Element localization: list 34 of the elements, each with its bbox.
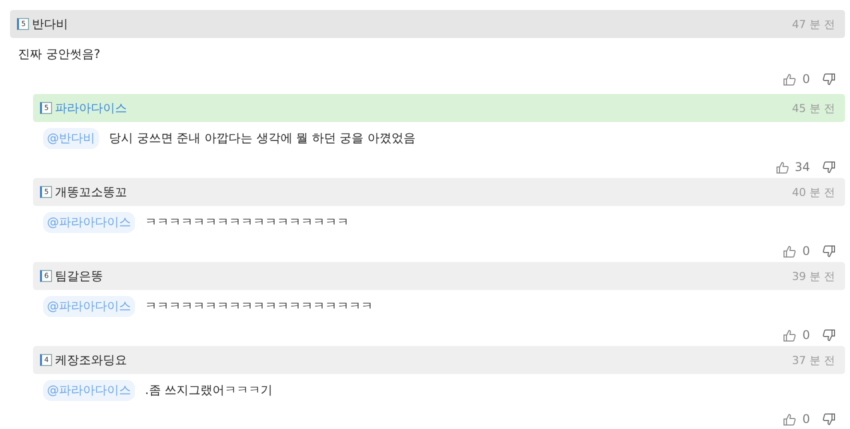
thumbs-up-icon[interactable] [783,328,796,342]
like-count: 0 [802,72,810,86]
comment-time: 47 분 전 [792,16,835,32]
thumbs-down-icon[interactable] [822,328,835,342]
reply-text: ㅋㅋㅋㅋㅋㅋㅋㅋㅋㅋㅋㅋㅋㅋㅋㅋㅋ [145,214,349,231]
thumbs-down-icon[interactable] [822,160,835,174]
mention-tag[interactable]: @파라아다이스 [43,212,135,233]
thumbs-down-icon[interactable] [822,244,835,258]
reply-text: 당시 궁쓰면 준내 아깝다는 생각에 뭘 하던 궁을 아꼈었음 [109,130,416,147]
thumbs-down-icon[interactable] [822,412,835,426]
comment-author[interactable]: 팀갈은똥 [55,268,103,284]
comment-author[interactable]: 개똥꼬소똥꼬 [55,184,127,200]
comment-author[interactable]: 파라아다이스 [55,100,127,116]
reply-text: ㅋㅋㅋㅋㅋㅋㅋㅋㅋㅋㅋㅋㅋㅋㅋㅋㅋㅋㅋ [145,298,373,315]
like-count: 0 [802,328,810,342]
like-count: 34 [794,160,810,174]
mention-tag[interactable]: @파라아다이스 [43,380,135,401]
comment-text: 진짜 궁안썻음? [17,46,102,63]
comment-author[interactable]: 반다비 [32,16,68,32]
reply-text: .좀 쓰지그랬어ㅋㅋㅋ기 [145,382,273,399]
comment-time: 40 분 전 [792,184,835,200]
comment-time: 37 분 전 [792,352,835,368]
thumbs-down-icon[interactable] [822,72,835,86]
thumbs-up-icon[interactable] [783,244,796,258]
thumbs-up-icon[interactable] [783,412,796,426]
mention-tag[interactable]: @반다비 [43,128,99,149]
thumbs-up-icon[interactable] [776,160,789,174]
like-count: 0 [802,412,810,426]
thumbs-up-icon[interactable] [783,72,796,86]
comment-time: 45 분 전 [792,100,835,116]
comment-time: 39 분 전 [792,268,835,284]
comment-author[interactable]: 케장조와딩요 [55,352,127,368]
mention-tag[interactable]: @파라아다이스 [43,296,135,317]
like-count: 0 [802,244,810,258]
